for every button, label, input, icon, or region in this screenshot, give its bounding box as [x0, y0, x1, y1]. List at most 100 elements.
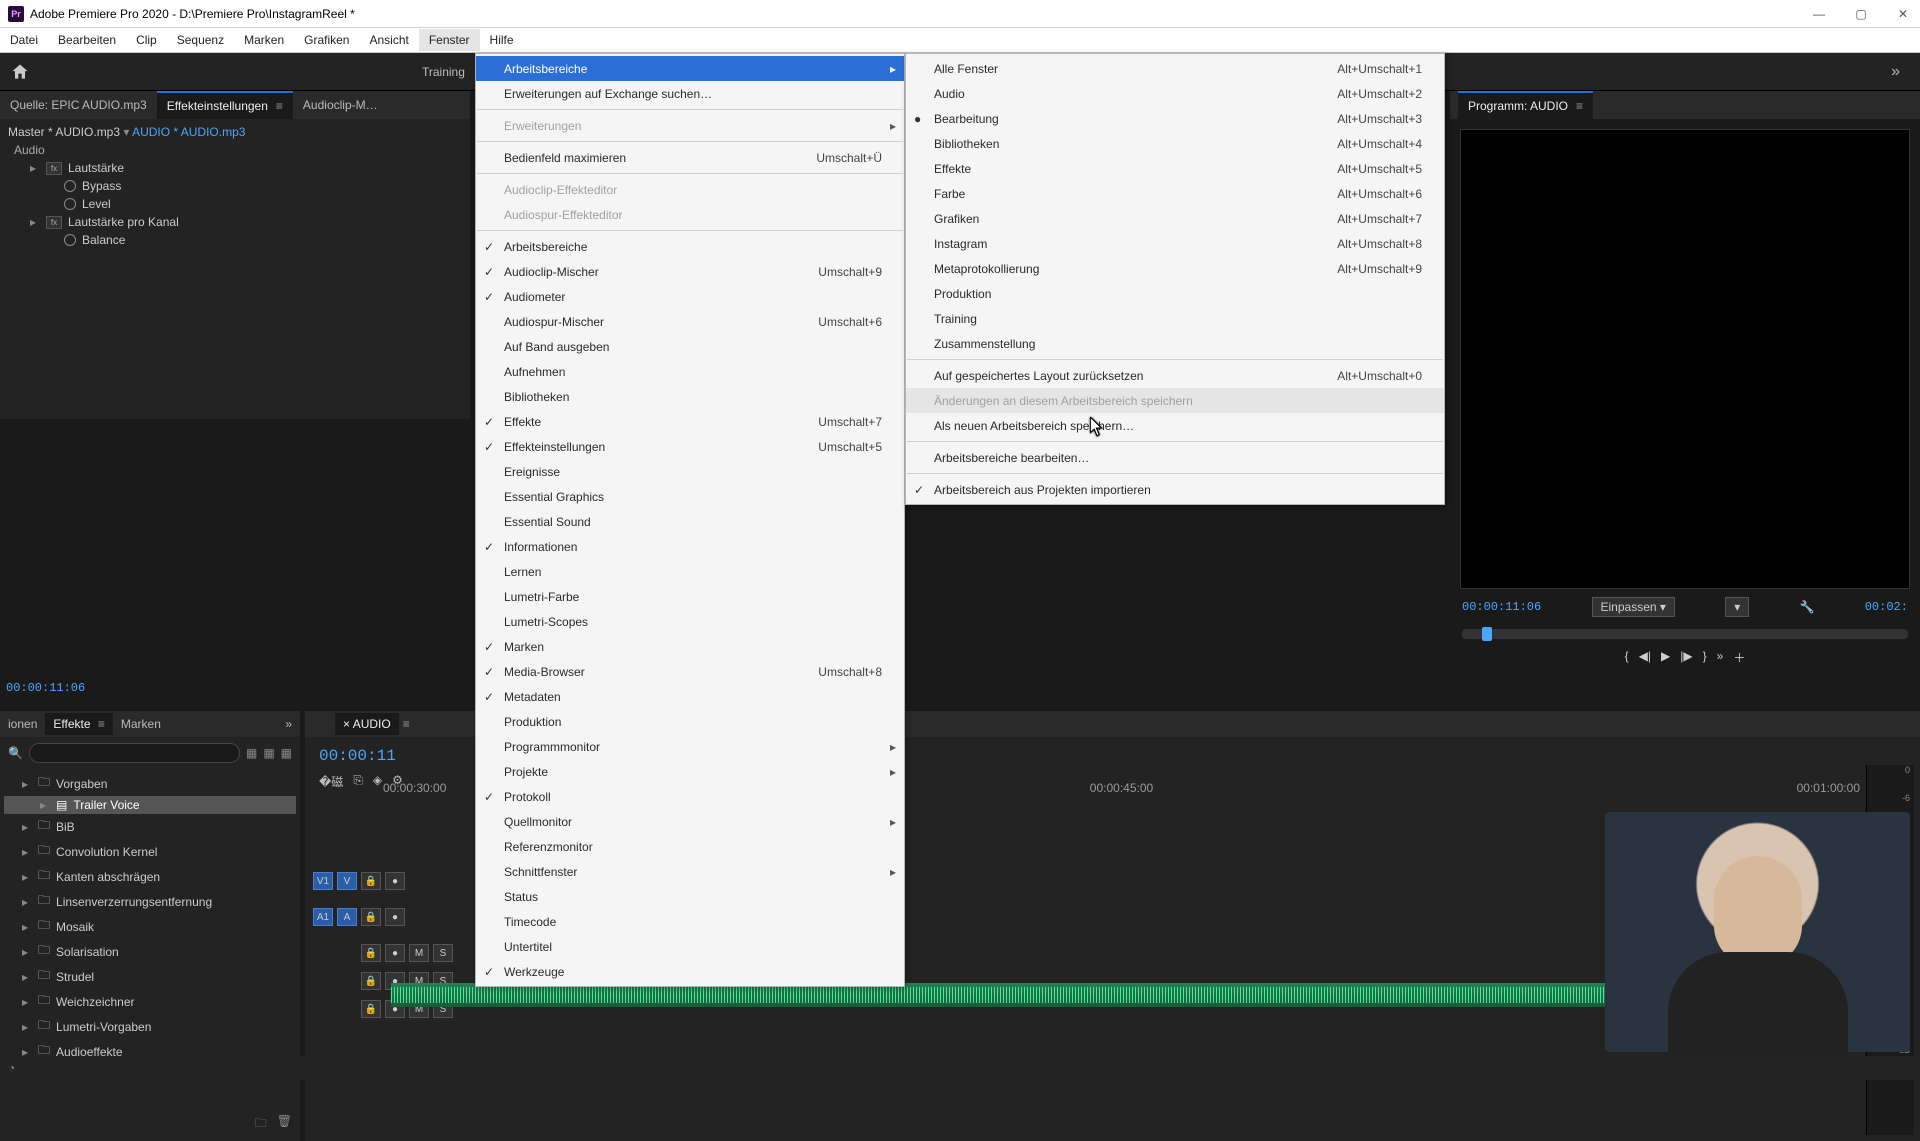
menu-item[interactable]: Untertitel: [476, 934, 904, 959]
timeline-tab[interactable]: × AUDIO: [335, 713, 399, 735]
menu-item[interactable]: Essential Graphics: [476, 484, 904, 509]
menu-item[interactable]: InstagramAlt+Umschalt+8: [906, 231, 1444, 256]
effects-search-input[interactable]: [29, 743, 240, 763]
effects-browser-tab[interactable]: Effekte ≡: [45, 713, 112, 735]
snap-icon[interactable]: �磁: [319, 773, 343, 790]
track-lock[interactable]: 🔒: [361, 908, 381, 926]
track-source[interactable]: V: [337, 872, 357, 890]
menu-item[interactable]: Arbeitsbereiche bearbeiten…: [906, 445, 1444, 470]
stopwatch-icon[interactable]: [64, 180, 76, 192]
menu-item[interactable]: Als neuen Arbeitsbereich speichern…: [906, 413, 1444, 438]
track-lock[interactable]: 🔒: [361, 944, 381, 962]
trash-icon[interactable]: 🗑: [277, 1114, 292, 1135]
menu-item[interactable]: ✓Audioclip-MischerUmschalt+9: [476, 259, 904, 284]
effects-browser-tab[interactable]: ionen: [0, 713, 45, 735]
maximize-button[interactable]: ▢: [1852, 7, 1870, 21]
menu-item[interactable]: ✓Protokoll: [476, 784, 904, 809]
wrench-icon[interactable]: 🔧: [1800, 600, 1815, 614]
menu-item[interactable]: ✓Informationen: [476, 534, 904, 559]
workspace-overflow[interactable]: »: [1881, 59, 1910, 85]
track-lock[interactable]: 🔒: [361, 872, 381, 890]
step-back-icon[interactable]: ◀|: [1639, 649, 1651, 666]
effects-tree-item[interactable]: ▸🗀Strudel: [4, 964, 296, 989]
source-tab[interactable]: Audioclip-M…: [293, 92, 388, 118]
marker-icon[interactable]: ◈: [373, 773, 382, 790]
track-target[interactable]: V1: [313, 872, 333, 890]
menu-item[interactable]: FarbeAlt+Umschalt+6: [906, 181, 1444, 206]
menu-item[interactable]: Essential Sound: [476, 509, 904, 534]
menu-item[interactable]: ✓Arbeitsbereich aus Projekten importiere…: [906, 477, 1444, 502]
menu-item[interactable]: Schnittfenster▸: [476, 859, 904, 884]
menu-item[interactable]: ✓EffekteinstellungenUmschalt+5: [476, 434, 904, 459]
panel-menu-icon[interactable]: ≡: [403, 717, 410, 731]
menu-item[interactable]: ✓Audiometer: [476, 284, 904, 309]
menu-item[interactable]: GrafikenAlt+Umschalt+7: [906, 206, 1444, 231]
effects-tree-item[interactable]: ▸🗀Mosaik: [4, 914, 296, 939]
zoom-fit-select[interactable]: Einpassen ▾: [1592, 597, 1675, 617]
menu-item[interactable]: MetaprotokollierungAlt+Umschalt+9: [906, 256, 1444, 281]
menu-clip[interactable]: Clip: [126, 29, 167, 51]
menu-hilfe[interactable]: Hilfe: [480, 29, 524, 51]
menu-item[interactable]: Timecode: [476, 909, 904, 934]
mark-out-icon[interactable]: }: [1703, 649, 1707, 666]
menu-item[interactable]: Auf Band ausgeben: [476, 334, 904, 359]
workspace-tab[interactable]: Training: [412, 61, 475, 83]
menu-ansicht[interactable]: Ansicht: [359, 29, 418, 51]
preset-icon-3[interactable]: ▦: [281, 746, 292, 760]
menu-item[interactable]: ✓Marken: [476, 634, 904, 659]
effects-tree-item[interactable]: ▸🗀Lumetri-Vorgaben: [4, 1014, 296, 1039]
menu-item[interactable]: Bibliotheken: [476, 384, 904, 409]
program-scrubber[interactable]: [1462, 629, 1908, 639]
program-timecode[interactable]: 00:00:11:06: [1462, 600, 1541, 614]
track-lock[interactable]: 🔒: [361, 972, 381, 990]
program-tab[interactable]: Programm: AUDIO≡: [1458, 91, 1593, 119]
menu-item[interactable]: Referenzmonitor: [476, 834, 904, 859]
menu-item[interactable]: ✓Arbeitsbereiche: [476, 234, 904, 259]
menu-item[interactable]: Lumetri-Farbe: [476, 584, 904, 609]
menu-item[interactable]: Produktion: [476, 709, 904, 734]
menu-item[interactable]: ●BearbeitungAlt+Umschalt+3: [906, 106, 1444, 131]
track-source[interactable]: A: [337, 908, 357, 926]
track-toggle[interactable]: ●: [385, 872, 405, 890]
menu-item[interactable]: Training: [906, 306, 1444, 331]
source-tab[interactable]: Quelle: EPIC AUDIO.mp3: [0, 92, 157, 118]
stopwatch-icon[interactable]: [64, 234, 76, 246]
menu-fenster[interactable]: Fenster: [419, 29, 480, 51]
settings-dropdown[interactable]: ▾: [1725, 597, 1749, 617]
menu-item[interactable]: Ereignisse: [476, 459, 904, 484]
menu-item[interactable]: Audiospur-MischerUmschalt+6: [476, 309, 904, 334]
menu-item[interactable]: Arbeitsbereiche▸: [476, 56, 904, 81]
new-bin-icon[interactable]: 🗀: [255, 1114, 267, 1135]
track-toggle[interactable]: ●: [385, 944, 405, 962]
mark-in-icon[interactable]: {: [1625, 649, 1629, 666]
menu-item[interactable]: Produktion: [906, 281, 1444, 306]
effects-tree-item[interactable]: ▸🗀Vorgaben: [4, 771, 296, 796]
panel-overflow[interactable]: »: [277, 713, 300, 735]
menu-grafiken[interactable]: Grafiken: [294, 29, 359, 51]
menu-item[interactable]: Auf gespeichertes Layout zurücksetzenAlt…: [906, 363, 1444, 388]
menu-item[interactable]: Alle FensterAlt+Umschalt+1: [906, 56, 1444, 81]
menu-item[interactable]: Bedienfeld maximierenUmschalt+Ü: [476, 145, 904, 170]
menu-datei[interactable]: Datei: [0, 29, 48, 51]
menu-item[interactable]: EffekteAlt+Umschalt+5: [906, 156, 1444, 181]
menu-item[interactable]: Status: [476, 884, 904, 909]
menu-marken[interactable]: Marken: [234, 29, 294, 51]
close-button[interactable]: ✕: [1894, 7, 1912, 21]
menu-item[interactable]: ✓EffekteUmschalt+7: [476, 409, 904, 434]
track-mute[interactable]: M: [409, 944, 429, 962]
menu-item[interactable]: Programmmonitor▸: [476, 734, 904, 759]
menu-item[interactable]: ✓Metadaten: [476, 684, 904, 709]
play-button[interactable]: ▶: [1661, 649, 1670, 666]
source-tab[interactable]: Effekteinstellungen≡: [157, 91, 293, 119]
menu-item[interactable]: Projekte▸: [476, 759, 904, 784]
fx-badge[interactable]: fx: [46, 162, 62, 175]
effects-tree-item[interactable]: ▸🗀BiB: [4, 814, 296, 839]
effects-tree-item[interactable]: ▸▤Trailer Voice: [4, 796, 296, 814]
track-toggle[interactable]: ●: [385, 908, 405, 926]
link-icon[interactable]: ⎘: [353, 773, 363, 790]
menu-item[interactable]: Erweiterungen auf Exchange suchen…: [476, 81, 904, 106]
effects-browser-tab[interactable]: Marken: [113, 713, 169, 735]
track-solo[interactable]: S: [433, 944, 453, 962]
preset-icon-2[interactable]: ▦: [263, 746, 274, 760]
program-viewer[interactable]: [1460, 129, 1910, 589]
